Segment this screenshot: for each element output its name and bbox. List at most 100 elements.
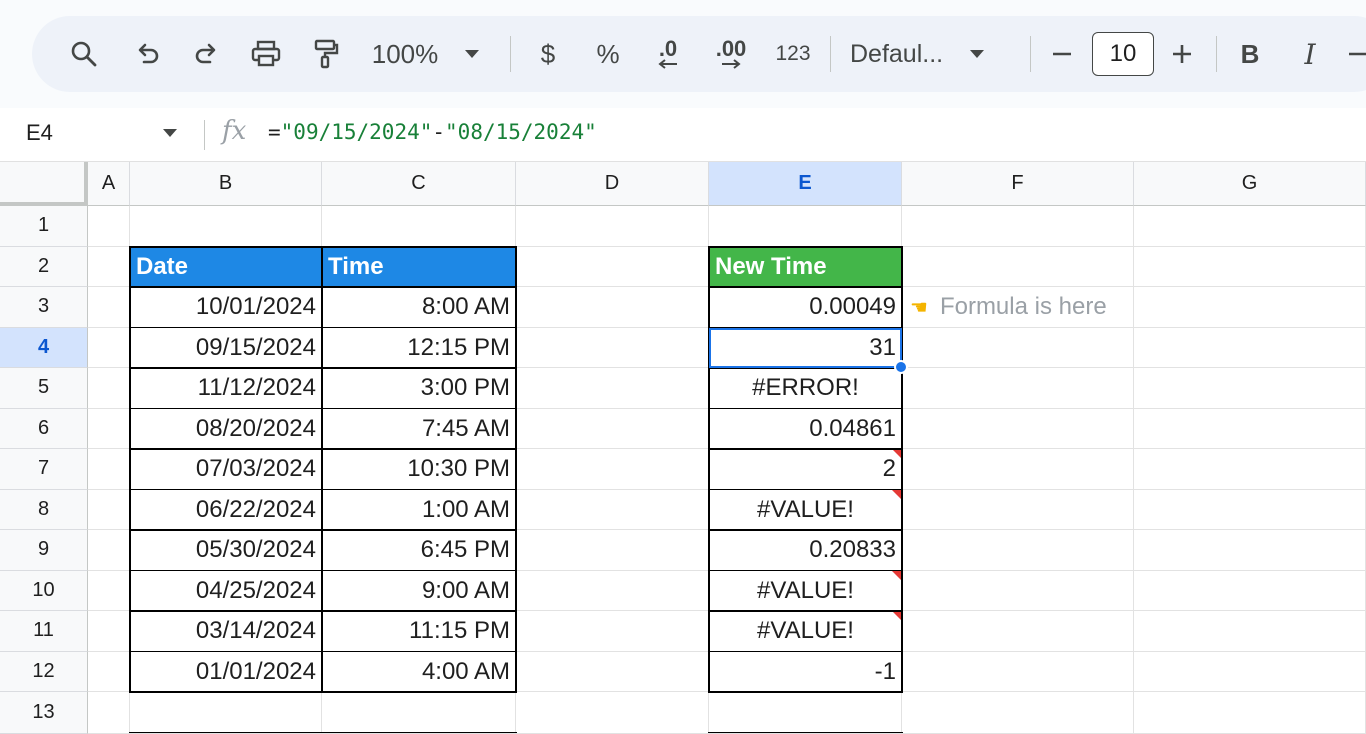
time-cell[interactable]: 12:15 PM — [322, 328, 516, 369]
date-cell[interactable]: 01/01/2024 — [130, 652, 322, 693]
cell-d5[interactable] — [516, 368, 709, 409]
cell-f4[interactable] — [902, 327, 1134, 368]
column-header-d[interactable]: D — [516, 162, 709, 206]
cell-a13[interactable] — [88, 692, 130, 734]
row-header-4[interactable]: 4 — [0, 327, 88, 368]
cell-g12[interactable] — [1134, 651, 1366, 692]
row-header-12[interactable]: 12 — [0, 651, 88, 692]
time-cell[interactable]: 11:15 PM — [322, 611, 516, 652]
cell-g9[interactable] — [1134, 530, 1366, 571]
row-header-2[interactable]: 2 — [0, 246, 88, 287]
formula-input[interactable]: ="09/15/2024"-"08/15/2024" — [268, 120, 597, 144]
cell-e1[interactable] — [709, 206, 902, 247]
cell-d8[interactable] — [516, 489, 709, 530]
table-header-date[interactable]: Date — [130, 246, 322, 287]
row-header-8[interactable]: 8 — [0, 489, 88, 530]
table-header-time[interactable]: Time — [322, 246, 516, 287]
time-cell[interactable]: 4:00 AM — [322, 652, 516, 693]
cell-d9[interactable] — [516, 530, 709, 571]
row-header-11[interactable]: 11 — [0, 611, 88, 652]
new-time-cell[interactable]: -1 — [709, 652, 902, 693]
cell-b1[interactable] — [130, 206, 322, 247]
bold-button[interactable]: B — [1230, 32, 1270, 76]
row-header-9[interactable]: 9 — [0, 530, 88, 571]
cell-d7[interactable] — [516, 449, 709, 490]
cell-f6[interactable] — [902, 408, 1134, 449]
column-header-g[interactable]: G — [1134, 162, 1366, 206]
cell-g3[interactable] — [1134, 287, 1366, 328]
cell-d6[interactable] — [516, 408, 709, 449]
name-box[interactable]: E4 — [26, 120, 53, 146]
increase-font-size-button[interactable] — [1164, 32, 1200, 76]
cell-d13[interactable] — [516, 692, 709, 734]
row-header-3[interactable]: 3 — [0, 287, 88, 328]
cell-d1[interactable] — [516, 206, 709, 247]
column-header-c[interactable]: C — [322, 162, 516, 206]
error-cell[interactable]: #ERROR! — [709, 368, 902, 409]
cell-a10[interactable] — [88, 570, 130, 611]
cell-a9[interactable] — [88, 530, 130, 571]
cell-b13[interactable] — [130, 692, 322, 734]
new-time-cell[interactable]: 2 — [709, 449, 902, 490]
cell-c1[interactable] — [322, 206, 516, 247]
date-cell[interactable]: 09/15/2024 — [130, 328, 322, 369]
date-cell[interactable]: 08/20/2024 — [130, 409, 322, 450]
decrease-decimal-button[interactable]: .0 — [646, 32, 690, 76]
error-cell[interactable]: #VALUE! — [709, 570, 902, 612]
cell-a2[interactable] — [88, 246, 130, 287]
strikethrough-button[interactable] — [1348, 32, 1366, 76]
cell-g11[interactable] — [1134, 611, 1366, 652]
cell-c13[interactable] — [322, 692, 516, 734]
cell-a6[interactable] — [88, 408, 130, 449]
print-button[interactable] — [244, 32, 288, 76]
new-time-cell[interactable]: 0.00049 — [709, 287, 902, 328]
cell-a3[interactable] — [88, 287, 130, 328]
row-header-5[interactable]: 5 — [0, 368, 88, 409]
new-time-cell[interactable]: 31 — [709, 328, 902, 369]
new-time-cell[interactable]: 0.04861 — [709, 409, 902, 450]
date-cell[interactable]: 05/30/2024 — [130, 530, 322, 571]
row-header-10[interactable]: 10 — [0, 570, 88, 611]
cell-f1[interactable] — [902, 206, 1134, 247]
cell-d3[interactable] — [516, 287, 709, 328]
decrease-font-size-button[interactable] — [1044, 32, 1080, 76]
font-size-input[interactable]: 10 — [1092, 32, 1154, 76]
error-cell[interactable]: #VALUE! — [709, 489, 902, 531]
cell-e13[interactable] — [709, 692, 902, 734]
cell-a1[interactable] — [88, 206, 130, 247]
cell-f5[interactable] — [902, 368, 1134, 409]
cell-g6[interactable] — [1134, 408, 1366, 449]
increase-decimal-button[interactable]: .00 — [706, 32, 756, 76]
cell-d2[interactable] — [516, 246, 709, 287]
redo-button[interactable] — [184, 32, 228, 76]
cell-g2[interactable] — [1134, 246, 1366, 287]
time-cell[interactable]: 3:00 PM — [322, 368, 516, 409]
cell-f13[interactable] — [902, 692, 1134, 734]
date-cell[interactable]: 06/22/2024 — [130, 490, 322, 531]
cell-f8[interactable] — [902, 489, 1134, 530]
row-header-6[interactable]: 6 — [0, 408, 88, 449]
time-cell[interactable]: 8:00 AM — [322, 287, 516, 328]
date-cell[interactable]: 04/25/2024 — [130, 571, 322, 612]
number-format-button[interactable]: 123 — [768, 32, 818, 76]
cell-d4[interactable] — [516, 327, 709, 368]
cell-g7[interactable] — [1134, 449, 1366, 490]
cell-a12[interactable] — [88, 651, 130, 692]
cell-g8[interactable] — [1134, 489, 1366, 530]
cell-g1[interactable] — [1134, 206, 1366, 247]
cell-d11[interactable] — [516, 611, 709, 652]
chevron-down-icon[interactable] — [162, 128, 178, 138]
currency-format-button[interactable]: $ — [526, 32, 570, 76]
cell-a11[interactable] — [88, 611, 130, 652]
time-cell[interactable]: 7:45 AM — [322, 409, 516, 450]
error-cell[interactable]: #VALUE! — [709, 611, 902, 652]
cell-d10[interactable] — [516, 570, 709, 611]
cell-f11[interactable] — [902, 611, 1134, 652]
cell-f10[interactable] — [902, 570, 1134, 611]
cell-f2[interactable] — [902, 246, 1134, 287]
date-cell[interactable]: 11/12/2024 — [130, 368, 322, 409]
cell-g13[interactable] — [1134, 692, 1366, 734]
cell-a5[interactable] — [88, 368, 130, 409]
cell-f7[interactable] — [902, 449, 1134, 490]
cell-f9[interactable] — [902, 530, 1134, 571]
